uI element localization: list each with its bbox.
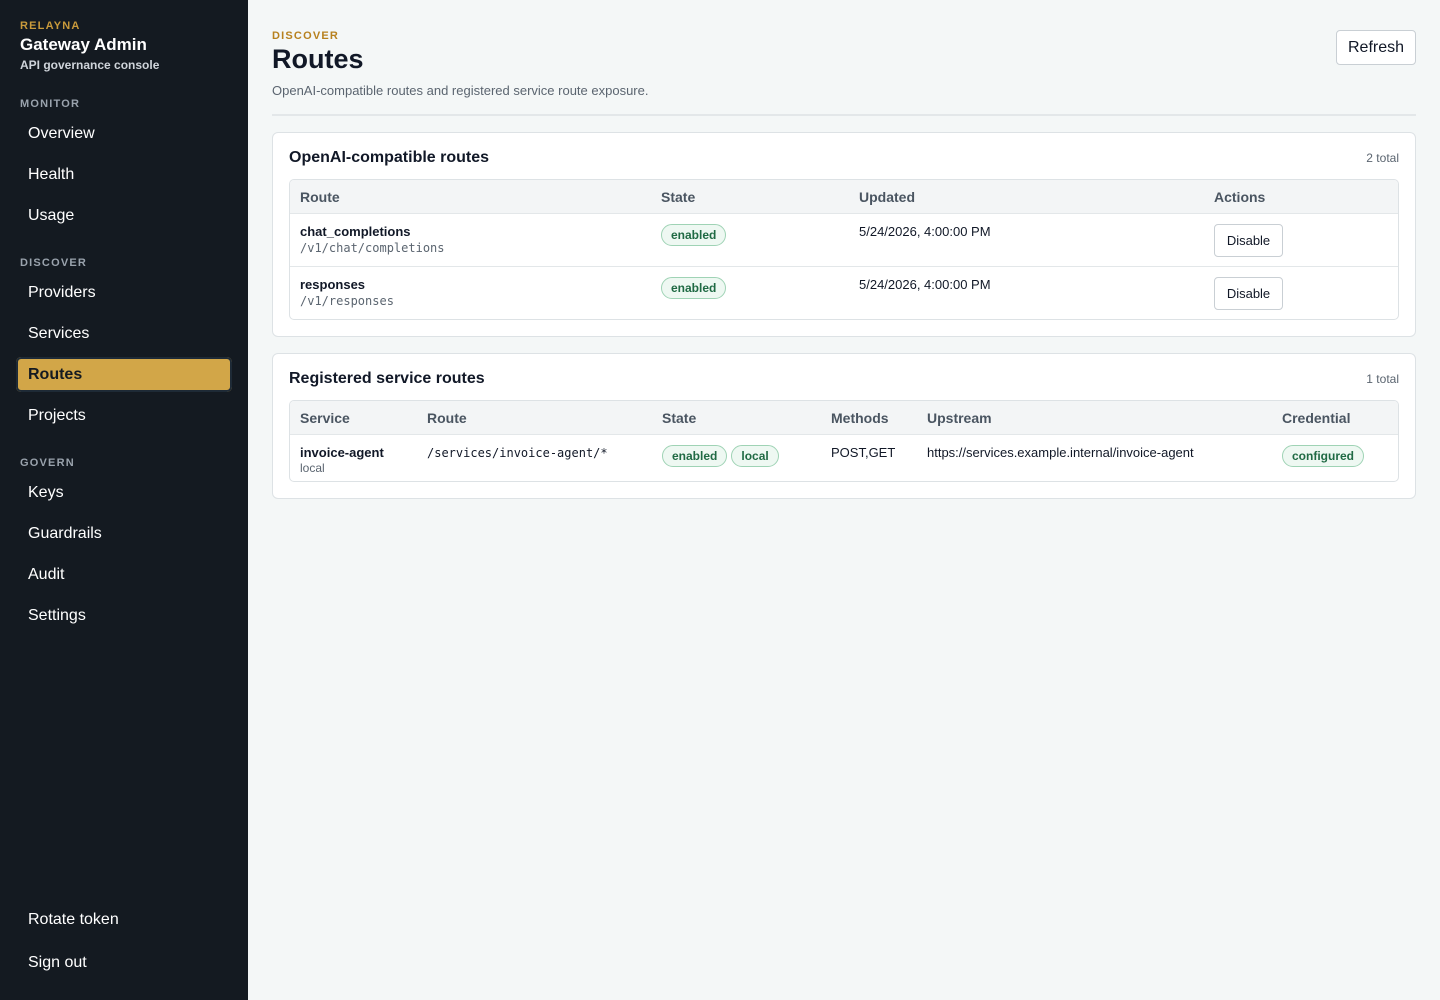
nav-section-monitor: MONITOR — [20, 98, 81, 110]
route-path: /v1/responses — [300, 294, 394, 308]
actions-cell: Disable — [1204, 224, 1398, 257]
brand-kicker: RELAYNA — [20, 20, 81, 32]
table-header: Service Route State Methods Upstream Cre… — [290, 401, 1398, 434]
sidebar-item-health[interactable]: Health — [16, 157, 232, 192]
disable-button[interactable]: Disable — [1214, 277, 1283, 310]
col-route: Route — [300, 188, 340, 205]
table-row: chat_completions /v1/chat/completions en… — [290, 213, 1398, 266]
sidebar-item-usage[interactable]: Usage — [16, 198, 232, 233]
methods-cell: POST,GET — [831, 445, 896, 460]
refresh-button[interactable]: Refresh — [1336, 30, 1416, 65]
credential-cell: configured — [1272, 445, 1398, 481]
sidebar-bottom: Rotate token Sign out — [16, 902, 232, 988]
sidebar-item-settings[interactable]: Settings — [16, 598, 232, 633]
sidebar-item-projects[interactable]: Projects — [16, 398, 232, 433]
col-state: State — [662, 409, 697, 426]
service-routes-table: Service Route State Methods Upstream Cre… — [289, 400, 1399, 482]
table-header: Route State Updated Actions — [290, 180, 1398, 213]
sidebar-item-routes[interactable]: Routes — [16, 357, 232, 392]
upstream-cell: https://services.example.internal/invoic… — [927, 445, 1194, 460]
sidebar-item-providers[interactable]: Providers — [16, 275, 232, 310]
service-routes-title: Registered service routes — [289, 370, 485, 387]
openai-routes-table: Route State Updated Actions chat_complet… — [289, 179, 1399, 320]
sidebar-item-overview[interactable]: Overview — [16, 116, 232, 151]
service-routes-count: 1 total — [1366, 372, 1399, 386]
sidebar-item-audit[interactable]: Audit — [16, 557, 232, 592]
actions-cell: Disable — [1204, 277, 1398, 310]
nav-section-discover: DISCOVER — [20, 257, 88, 269]
sidebar-item-keys[interactable]: Keys — [16, 475, 232, 510]
state-cell: enabled local — [652, 445, 821, 481]
col-updated: Updated — [859, 188, 915, 205]
page-subtitle: OpenAI-compatible routes and registered … — [272, 83, 649, 98]
col-route: Route — [427, 409, 467, 426]
service-routes-card: Registered service routes 1 total Servic… — [272, 353, 1416, 499]
route-name: chat_completions — [300, 224, 411, 239]
updated-cell: 5/24/2026, 4:00:00 PM — [859, 277, 991, 292]
page-title: Routes — [272, 44, 364, 74]
col-service: Service — [300, 409, 350, 426]
sign-out-button[interactable]: Sign out — [16, 945, 232, 980]
rotate-token-button[interactable]: Rotate token — [16, 902, 232, 937]
route-path: /v1/chat/completions — [300, 241, 445, 255]
service-route-path: /services/invoice-agent/* — [427, 446, 608, 460]
status-badge: enabled — [661, 277, 727, 299]
credential-badge: configured — [1282, 445, 1364, 467]
scope-badge: local — [731, 445, 779, 467]
openai-routes-count: 2 total — [1366, 151, 1399, 165]
state-cell: enabled — [651, 277, 849, 299]
main-content: DISCOVER Routes OpenAI-compatible routes… — [248, 0, 1440, 1000]
state-cell: enabled — [651, 224, 849, 246]
updated-cell: 5/24/2026, 4:00:00 PM — [859, 224, 991, 239]
col-upstream: Upstream — [927, 409, 992, 426]
col-methods: Methods — [831, 409, 889, 426]
col-actions: Actions — [1214, 188, 1266, 205]
route-cell: /services/invoice-agent/* — [417, 445, 652, 481]
disable-button[interactable]: Disable — [1214, 224, 1283, 257]
page-header: DISCOVER Routes OpenAI-compatible routes… — [272, 30, 1416, 116]
brand-subtitle: API governance console — [20, 58, 160, 72]
service-scope: local — [300, 461, 325, 475]
route-cell: responses /v1/responses — [290, 277, 651, 308]
nav-section-govern: GOVERN — [20, 457, 75, 469]
openai-routes-card: OpenAI-compatible routes 2 total Route S… — [272, 132, 1416, 337]
table-row: invoice-agent local /services/invoice-ag… — [290, 434, 1398, 481]
service-name: invoice-agent — [300, 445, 384, 460]
sidebar: RELAYNA Gateway Admin API governance con… — [0, 0, 248, 1000]
sidebar-item-guardrails[interactable]: Guardrails — [16, 516, 232, 551]
brand-title: Gateway Admin — [20, 35, 147, 54]
openai-routes-title: OpenAI-compatible routes — [289, 149, 490, 166]
status-badge: enabled — [662, 445, 728, 467]
status-badge: enabled — [661, 224, 727, 246]
route-name: responses — [300, 277, 366, 292]
route-cell: chat_completions /v1/chat/completions — [290, 224, 651, 255]
col-credential: Credential — [1282, 409, 1351, 426]
col-state: State — [661, 188, 696, 205]
service-cell: invoice-agent local — [290, 445, 417, 481]
table-row: responses /v1/responses enabled 5/24/202… — [290, 266, 1398, 319]
sidebar-item-services[interactable]: Services — [16, 316, 232, 351]
page-kicker: DISCOVER — [272, 30, 340, 42]
